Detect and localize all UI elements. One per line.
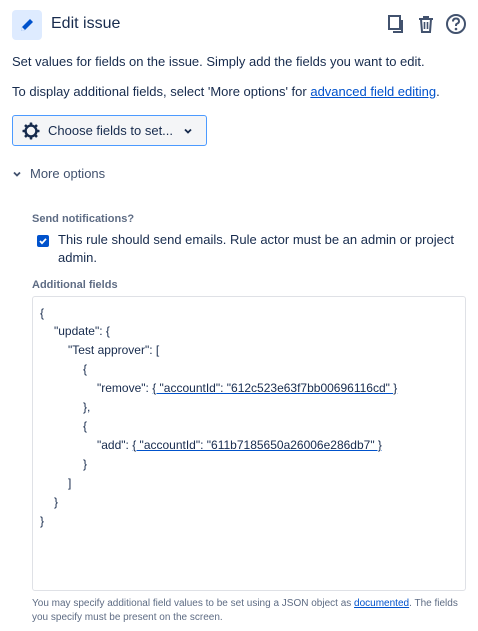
gear-icon	[22, 122, 40, 139]
chevron-down-icon	[13, 171, 21, 177]
documented-link[interactable]: documented	[354, 598, 409, 609]
more-options-label: More options	[30, 166, 106, 181]
additional-fields-editor[interactable]: { "update": { "Test approver": [ { "remo…	[32, 296, 466, 591]
advanced-field-editing-link[interactable]: advanced field editing	[310, 84, 436, 99]
send-notifications-text: This rule should send emails. Rule actor…	[58, 232, 454, 265]
json-remove-value: { "accountId": "612c523e63f7bb00696116cd…	[152, 381, 398, 395]
chevron-down-icon	[184, 128, 192, 134]
json-line: },	[83, 400, 91, 414]
choose-fields-button[interactable]: Choose fields to set...	[12, 115, 207, 146]
additional-fields-label: Additional fields	[32, 279, 118, 291]
json-line: }	[54, 495, 59, 509]
json-line: {	[83, 362, 88, 376]
panel-title: Edit issue	[51, 15, 121, 32]
panel-header: Edit issue	[12, 10, 468, 40]
help-icon[interactable]	[444, 12, 468, 36]
pencil-icon	[12, 10, 42, 40]
json-line: "Test approver": [	[68, 343, 160, 357]
send-notifications-label: Send notifications?	[32, 213, 135, 225]
choose-fields-label: Choose fields to set...	[48, 123, 174, 138]
additional-fields-hint: You may specify additional field values …	[32, 598, 458, 623]
json-line: {	[40, 306, 45, 320]
more-options-toggle[interactable]: More options	[12, 166, 105, 181]
copy-icon[interactable]	[384, 12, 408, 36]
json-line: "remove": { "accountId": "612c523e63f7bb…	[97, 381, 398, 395]
send-notifications-checkbox[interactable]	[37, 235, 49, 247]
check-icon	[39, 238, 47, 245]
json-add-value: { "accountId": "611b7185650a26006e286db7…	[132, 438, 382, 452]
json-line: }	[40, 514, 45, 528]
json-line: "add": { "accountId": "611b7185650a26006…	[97, 438, 382, 452]
intro-text: Set values for fields on the issue. Simp…	[12, 54, 425, 69]
header-actions	[384, 12, 468, 36]
json-line: {	[83, 419, 88, 433]
json-line: ]	[68, 476, 72, 490]
json-line: }	[83, 457, 88, 471]
intro-text-2: To display additional fields, select 'Mo…	[12, 84, 440, 99]
trash-icon[interactable]	[414, 12, 438, 36]
json-line: "update": {	[54, 324, 110, 338]
